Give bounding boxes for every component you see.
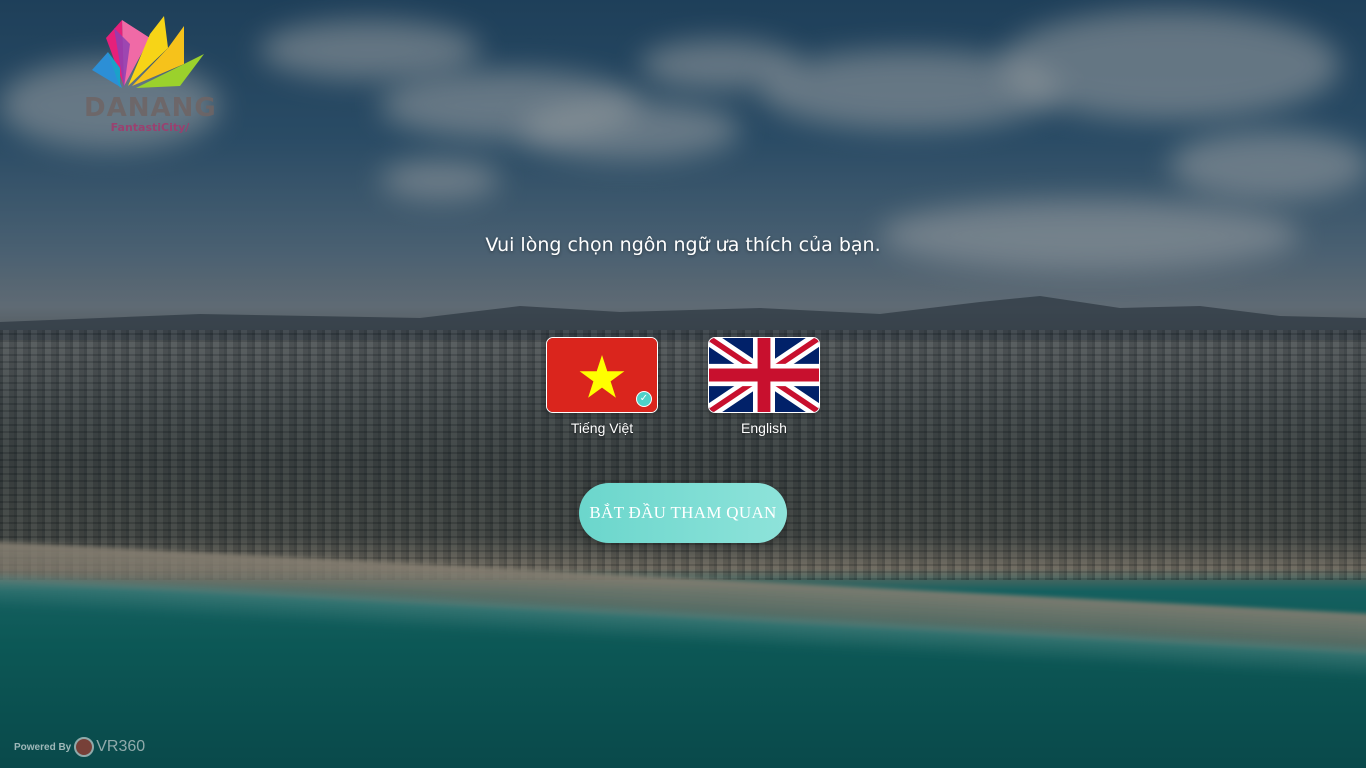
logo-name: DANANG (84, 93, 217, 123)
start-tour-button[interactable]: BẮT ĐẦU THAM QUAN (579, 483, 787, 543)
language-label: Tiếng Việt (570, 420, 634, 436)
language-option-vietnamese[interactable]: ✓ Tiếng Việt (546, 337, 658, 436)
language-label: English (741, 420, 787, 436)
selected-check-icon: ✓ (636, 391, 652, 407)
logo-tagline: FantastiCity/ (110, 121, 190, 134)
brand-name: VR360 (96, 738, 146, 755)
united-kingdom-flag-icon[interactable] (708, 337, 820, 413)
powered-by-badge[interactable]: Powered By VR360 (14, 736, 145, 758)
vietnam-flag-icon[interactable]: ✓ (546, 337, 658, 413)
language-option-english[interactable]: English (708, 337, 820, 436)
lotus-logo-icon (92, 16, 204, 88)
vr360-logo-icon (74, 737, 95, 757)
language-prompt: Vui lòng chọn ngôn ngữ ưa thích của bạn. (485, 234, 881, 256)
danang-logo: DANANG FantastiCity/ (84, 8, 216, 138)
powered-by-label: Powered By (14, 741, 72, 753)
